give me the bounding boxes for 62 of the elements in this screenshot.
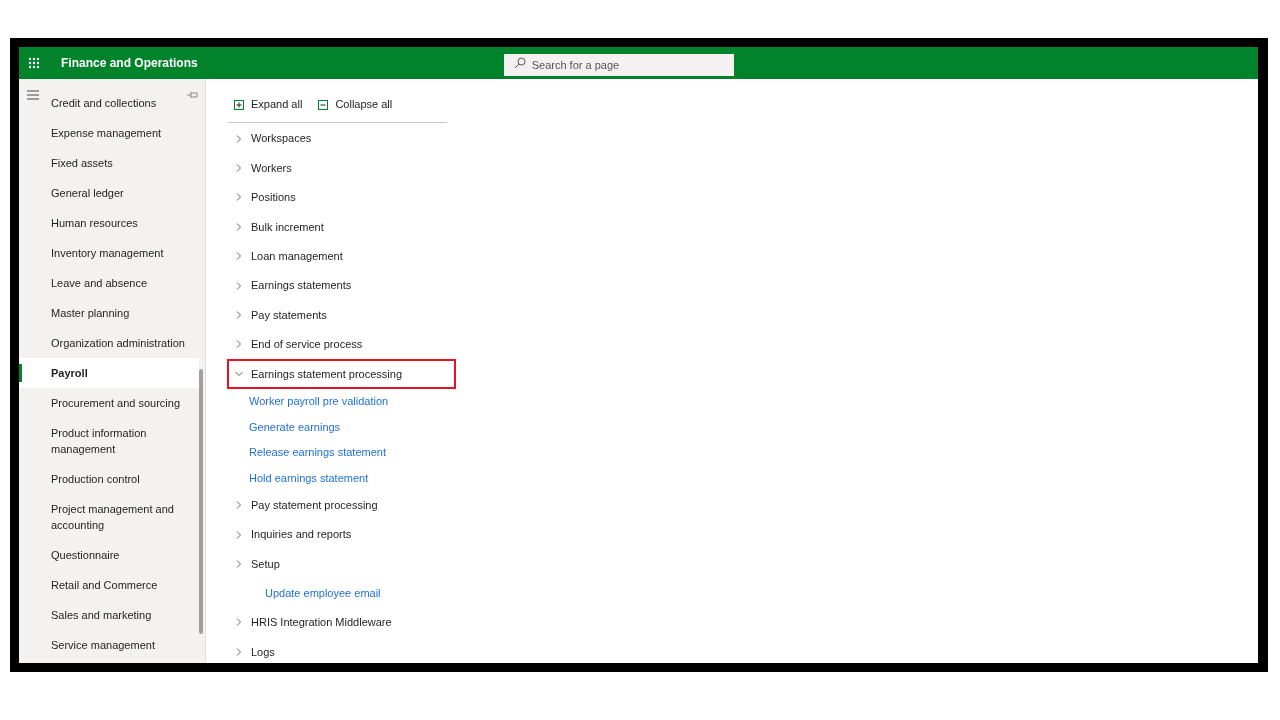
menu-link[interactable]: Hold earnings statement [249, 469, 369, 486]
nav-item[interactable]: General ledger [19, 178, 199, 208]
search-icon [513, 57, 526, 69]
expand-icon [234, 99, 244, 110]
menu-group[interactable]: Workers [227, 153, 456, 183]
pin-icon[interactable] [187, 91, 198, 99]
collapse-icon [318, 99, 329, 110]
nav-item[interactable]: Project management and accounting [19, 494, 199, 540]
app-launcher-icon[interactable] [28, 57, 40, 69]
menu-group[interactable]: Earnings statement processing [227, 359, 456, 389]
menu-group[interactable]: Inquiries and reports [227, 519, 456, 550]
menu-group[interactable]: Setup [227, 549, 456, 579]
chevron-right-icon [235, 281, 243, 290]
chevron-right-icon [235, 134, 243, 143]
menu-group[interactable]: Workspaces [227, 124, 456, 154]
menu-link[interactable]: Update employee email [265, 584, 381, 602]
nav-item[interactable]: Leave and absence [19, 268, 199, 298]
nav-item[interactable]: Questionnaire [19, 540, 199, 570]
chevron-right-icon [235, 647, 243, 656]
menu-group[interactable]: Earnings statements [227, 270, 456, 301]
chevron-right-icon [235, 311, 243, 320]
nav-item[interactable]: Procurement and sourcing [19, 388, 199, 418]
collapse-all-button[interactable]: Collapse all [318, 96, 393, 113]
app-title: Finance and Operations [61, 55, 198, 72]
menu-group[interactable]: Positions [227, 182, 456, 213]
menu-group[interactable]: Pay statement processing [227, 490, 456, 520]
nav-item[interactable]: Retail and Commerce [19, 570, 199, 600]
menu-group[interactable]: Logs [227, 637, 456, 663]
menu-icon[interactable] [27, 90, 39, 100]
nav-item[interactable]: Payroll [19, 358, 199, 388]
chevron-down-icon [235, 369, 243, 378]
nav-item[interactable]: Credit and collections [19, 88, 199, 118]
chevron-right-icon [235, 560, 243, 568]
nav-item[interactable]: Organization administration [19, 328, 199, 358]
menu-group[interactable]: Loan management [227, 241, 456, 271]
chevron-right-icon [235, 252, 243, 261]
menu-group[interactable]: Pay statements [227, 300, 456, 330]
chevron-right-icon [235, 501, 243, 510]
chevron-right-icon [235, 222, 243, 231]
chevron-right-icon [235, 164, 243, 173]
chevron-right-icon [235, 193, 243, 202]
menu-group[interactable]: Bulk increment [227, 212, 456, 242]
menu-group[interactable]: End of service process [227, 329, 456, 360]
menu-link[interactable]: Generate earnings [249, 418, 341, 435]
chevron-right-icon [235, 618, 243, 627]
nav-item[interactable]: Fixed assets [19, 148, 199, 178]
menu-group[interactable]: HRIS Integration Middleware [227, 607, 456, 638]
menu-link[interactable]: Release earnings statement [249, 444, 386, 461]
search-field[interactable]: Search for a page [503, 54, 734, 76]
chevron-right-icon [235, 530, 243, 539]
menu-link[interactable]: Worker payroll pre validation [249, 393, 389, 410]
chevron-right-icon [235, 340, 243, 349]
expand-all-button[interactable]: Expand all [234, 96, 303, 113]
nav-item[interactable]: Product information management [19, 418, 199, 464]
nav-item[interactable]: Expense management [19, 118, 199, 148]
nav-item[interactable]: Inventory management [19, 238, 199, 268]
nav-item[interactable]: Master planning [19, 298, 199, 328]
nav-item[interactable]: Sales and marketing [19, 600, 199, 630]
nav-item[interactable]: Production control [19, 464, 199, 494]
nav-item[interactable]: Service management [19, 630, 199, 660]
scrollbar[interactable] [199, 369, 203, 634]
nav-item[interactable]: Human resources [19, 208, 199, 238]
